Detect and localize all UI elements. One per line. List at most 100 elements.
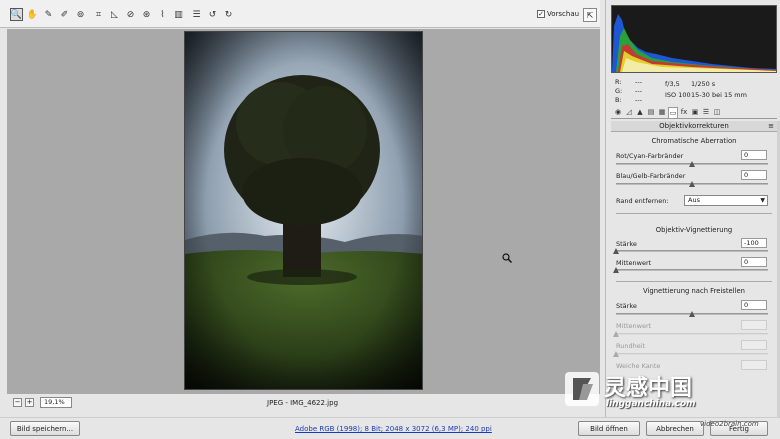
vignette-midpoint-value[interactable]: 0 xyxy=(741,257,767,267)
panel-tabs: ◉ ◿ ▲ ▤ ▦ ▭ fx ▣ ☰ ◫ xyxy=(611,107,777,119)
curve-icon: ◿ xyxy=(626,108,632,116)
vignette-midpoint-slider[interactable] xyxy=(613,267,768,273)
post-crop-amount-slider[interactable] xyxy=(616,311,768,317)
red-cyan-value[interactable]: 0 xyxy=(741,150,767,160)
red-eye-tool[interactable]: ⊛ xyxy=(140,8,153,21)
post-crop-midpoint-thumb xyxy=(613,331,619,337)
vignette-amount-value[interactable]: -100 xyxy=(741,238,767,248)
list-icon: ☰ xyxy=(192,9,201,20)
section-lens-vignetting: Objektiv-Vignettierung xyxy=(655,226,733,234)
zoom-level-select[interactable]: 19,1% xyxy=(40,397,72,408)
fullscreen-button[interactable]: ⇱ xyxy=(583,8,597,22)
photo-tree-landscape xyxy=(185,32,422,389)
vignette-amount-slider[interactable] xyxy=(613,248,768,254)
crop-icon: ⌗ xyxy=(95,9,102,20)
effects-icon: fx xyxy=(680,108,688,116)
red-cyan-slider[interactable] xyxy=(616,161,768,167)
watermark-title: 灵感中国 xyxy=(604,376,693,401)
crop-tool[interactable]: ⌗ xyxy=(92,8,105,21)
preview-checkbox[interactable]: ✓ Vorschau xyxy=(537,10,579,18)
zoom-cursor-icon xyxy=(502,253,513,265)
zoom-out-button[interactable]: − xyxy=(13,398,22,407)
straighten-tool[interactable]: ◺ xyxy=(108,8,121,21)
panel-menu-icon[interactable]: ≡ xyxy=(768,121,774,132)
histogram xyxy=(611,5,777,73)
defringe-select[interactable]: Aus ▼ xyxy=(684,195,768,206)
open-image-button[interactable]: Bild öffnen xyxy=(578,421,640,436)
eyedropper-plus-icon: ✐ xyxy=(60,9,69,20)
rotate-left-icon: ↺ xyxy=(208,9,217,20)
post-crop-midpoint-label: Mittenwert xyxy=(616,322,652,330)
watermark-url: lingganchina.com xyxy=(606,399,696,409)
hand-tool[interactable]: ✋ xyxy=(26,8,39,21)
camera-icon: ▣ xyxy=(691,108,699,116)
vignette-midpoint-thumb[interactable] xyxy=(613,267,619,273)
g-label: G: xyxy=(615,87,623,95)
b-label: B: xyxy=(615,96,622,104)
panel-title-bar: Objektivkorrekturen ≡ xyxy=(611,121,777,132)
vignette-amount-thumb[interactable] xyxy=(613,248,619,254)
post-crop-feather-value xyxy=(741,360,767,370)
image-preview[interactable] xyxy=(184,31,423,390)
check-icon[interactable]: ✓ xyxy=(537,10,545,18)
divider xyxy=(616,281,772,282)
blue-yellow-thumb[interactable] xyxy=(689,181,695,187)
section-post-crop-vignetting: Vignettierung nach Freistellen xyxy=(643,287,745,295)
triangle-icon: ▲ xyxy=(637,108,643,116)
straighten-icon: ◺ xyxy=(111,9,118,20)
post-crop-amount-value[interactable]: 0 xyxy=(741,300,767,310)
r-label: R: xyxy=(615,78,622,86)
post-crop-amount-thumb[interactable] xyxy=(689,311,695,317)
camera-info: R: --- G: --- B: --- f/3,5 1/250 s ISO 10015… xyxy=(611,76,777,104)
aperture-icon: ◉ xyxy=(614,108,622,116)
preview-label: Vorschau xyxy=(547,10,580,18)
adjustment-brush-tool[interactable]: ⌇ xyxy=(156,8,169,21)
workflow-options-link[interactable]: Adobe RGB (1998); 8 Bit; 2048 x 3072 (6,… xyxy=(295,425,492,433)
tab-camera-calibration[interactable]: ▣ xyxy=(690,107,700,118)
tab-lens-corrections[interactable]: ▭ xyxy=(668,107,678,118)
hand-icon: ✋ xyxy=(26,9,39,20)
tab-hsl[interactable]: ▤ xyxy=(646,107,656,118)
tab-basic[interactable]: ◉ xyxy=(613,107,623,118)
white-balance-tool[interactable]: ✎ xyxy=(42,8,55,21)
exif-info: f/3,5 1/250 s ISO 10015-30 bei 15 mm xyxy=(665,79,747,101)
footer: Bild speichern... Adobe RGB (1998); 8 Bi… xyxy=(0,417,780,439)
tab-snapshots[interactable]: ◫ xyxy=(712,107,722,118)
presets-icon: ☰ xyxy=(702,108,710,116)
spot-removal-tool[interactable]: ⊘ xyxy=(124,8,137,21)
lens: 15-30 bei 15 mm xyxy=(691,91,747,99)
preferences-button[interactable]: ☰ xyxy=(190,8,203,21)
split-icon: ▦ xyxy=(658,108,666,116)
post-crop-roundness-thumb xyxy=(613,351,619,357)
gradient-icon: ▥ xyxy=(174,9,183,20)
g-value: --- xyxy=(635,87,643,95)
zoom-in-button[interactable]: + xyxy=(25,398,34,407)
right-panel: R: --- G: --- B: --- f/3,5 1/250 s ISO 10015… xyxy=(605,0,780,417)
targeted-adjustment-tool[interactable]: ⊚ xyxy=(74,8,87,21)
spot-icon: ⊘ xyxy=(126,9,135,20)
fullscreen-icon: ⇱ xyxy=(586,10,594,20)
post-crop-roundness-label: Rundheit xyxy=(616,342,646,350)
tab-split-toning[interactable]: ▦ xyxy=(657,107,667,118)
red-eye-icon: ⊛ xyxy=(142,9,151,20)
magnifier-icon: 🔍 xyxy=(10,9,23,20)
rotate-right-button[interactable]: ↻ xyxy=(222,8,235,21)
graduated-filter-tool[interactable]: ▥ xyxy=(172,8,185,21)
zoom-tool[interactable]: 🔍 xyxy=(10,8,23,21)
rotate-right-icon: ↻ xyxy=(224,9,233,20)
blue-yellow-slider[interactable] xyxy=(616,181,768,187)
snapshot-icon: ◫ xyxy=(713,108,721,116)
tab-detail[interactable]: ▲ xyxy=(635,107,645,118)
post-crop-roundness-value xyxy=(741,340,767,350)
section-chromatic-aberration: Chromatische Aberration xyxy=(651,137,737,145)
tab-effects[interactable]: fx xyxy=(679,107,689,118)
color-sampler-tool[interactable]: ✐ xyxy=(58,8,71,21)
rotate-left-button[interactable]: ↺ xyxy=(206,8,219,21)
cancel-button[interactable]: Abbrechen xyxy=(646,421,704,436)
tab-presets[interactable]: ☰ xyxy=(701,107,711,118)
iso: ISO 100 xyxy=(665,91,691,99)
tab-tone-curve[interactable]: ◿ xyxy=(624,107,634,118)
save-image-button[interactable]: Bild speichern... xyxy=(10,421,80,436)
red-cyan-thumb[interactable] xyxy=(689,161,695,167)
blue-yellow-value[interactable]: 0 xyxy=(741,170,767,180)
